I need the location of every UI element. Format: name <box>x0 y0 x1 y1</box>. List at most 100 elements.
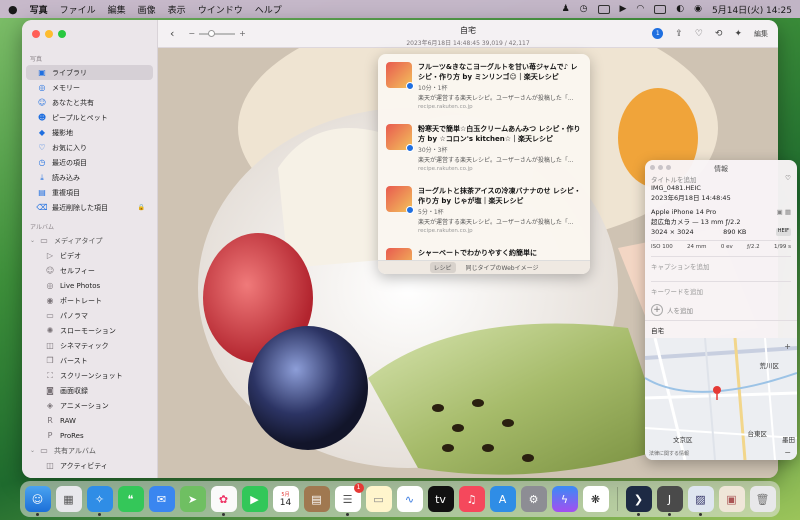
zoom-knob[interactable] <box>208 29 216 37</box>
chevron-down-icon[interactable]: ⌄ <box>30 237 38 244</box>
cursor-icon[interactable]: ❯ <box>625 486 652 516</box>
freeform-icon[interactable]: ∿ <box>396 486 423 512</box>
sidebar-item-shared-with-you[interactable]: ☺ あなたと共有 <box>26 95 153 110</box>
zoom-out-icon[interactable]: − <box>188 29 195 38</box>
menu-app-name[interactable]: 写真 <box>30 3 48 16</box>
map-zoom-out-icon[interactable]: − <box>784 448 791 457</box>
auto-enhance-icon[interactable]: ✦ <box>734 29 742 39</box>
messenger-icon[interactable]: ϟ <box>551 486 578 512</box>
sidebar-item-activity[interactable]: ◫ アクティビティ <box>26 458 153 473</box>
mail-icon[interactable]: ✉ <box>148 486 175 512</box>
lookup-result[interactable]: フルーツ&きなこヨーグルトを甘い苺ジャムで♪ レシピ・作り方 by ミンリンゴ☺… <box>378 54 590 116</box>
sidebar-item-places[interactable]: ◆ 撮影地 <box>26 125 153 140</box>
appletv-icon[interactable]: tv <box>427 486 454 512</box>
lookup-result[interactable]: 粉寒天で簡単☆白玉クリームあんみつ レシピ・作り方 by ☆コロン's kitc… <box>378 116 590 178</box>
notes-icon[interactable]: ▭ <box>365 486 392 512</box>
info-minimize-button[interactable] <box>658 165 663 170</box>
minimize-button[interactable] <box>45 30 53 38</box>
sidebar-item-panorama[interactable]: ▭ パノラマ <box>26 308 153 323</box>
sidebar-item-live-photo[interactable]: ◎ Live Photos <box>26 278 153 293</box>
lookup-tab-similar[interactable]: 同じタイプのWebイメージ <box>466 263 539 272</box>
sidebar-item-screen-record[interactable]: ◙ 画面収録 <box>26 383 153 398</box>
info-zoom-button[interactable] <box>666 165 671 170</box>
close-button[interactable] <box>32 30 40 38</box>
user-icon[interactable]: ♟ <box>562 4 570 14</box>
lookup-tab-recipe[interactable]: レシピ <box>429 262 456 273</box>
heart-icon[interactable]: ♡ <box>695 29 703 39</box>
menu-edit[interactable]: 編集 <box>108 3 126 16</box>
sidebar-item-selfie[interactable]: ☺ セルフィー <box>26 263 153 278</box>
sidebar-item-clock[interactable]: ◷ 最近の項目 <box>26 155 153 170</box>
finder-icon[interactable]: ☺ <box>24 486 51 516</box>
back-chevron-icon[interactable]: ‹ <box>170 27 174 40</box>
photos-folder-icon[interactable]: ▣ <box>718 486 745 512</box>
photos-icon[interactable]: ✿ <box>210 486 237 516</box>
sidebar-item-video[interactable]: ▷ ビデオ <box>26 248 153 263</box>
appstore-icon[interactable]: A <box>489 486 516 512</box>
zoom-button[interactable] <box>58 30 66 38</box>
notes-brown-icon[interactable]: ▤ <box>303 486 330 512</box>
sidebar-item-shared-albums[interactable]: ⌄ ▭ 共有アルバム <box>26 443 153 458</box>
facetime-icon[interactable]: ▶ <box>241 486 268 512</box>
music-icon[interactable]: ♫ <box>458 486 485 512</box>
lookup-result[interactable]: ヨーグルトと抹茶アイスの冷凍バナナのせ レシピ・作り方 by じゃが塩｜楽天レシ… <box>378 178 590 240</box>
chatgpt-icon[interactable]: ❋ <box>582 486 609 512</box>
calendar-icon[interactable]: 5月 14 <box>272 486 299 512</box>
map-zoom-in-icon[interactable]: + <box>784 342 791 351</box>
trash-icon[interactable]: 🗑 <box>749 486 776 512</box>
keyword-field[interactable]: キーワードを追加 <box>651 281 791 300</box>
reminders-icon[interactable]: ☰ 1 <box>334 483 364 516</box>
sidebar-item-memories[interactable]: ◎ メモリー <box>26 80 153 95</box>
add-title-field[interactable]: タイトルを追加 <box>651 174 697 184</box>
messages-icon[interactable]: ❝ <box>117 486 144 512</box>
add-person-button[interactable]: + 人を追加 <box>651 304 791 316</box>
sidebar-item-library[interactable]: ▣ ライブラリ <box>26 65 153 80</box>
visual-lookup-badge[interactable]: 1 <box>652 28 664 39</box>
j-app-icon[interactable]: J <box>656 486 683 516</box>
play-icon[interactable]: ▶ <box>620 4 627 14</box>
settings-icon[interactable]: ⚙ <box>520 486 547 512</box>
sidebar-item-trash[interactable]: ⌫ 最近削除した項目 🔒 <box>26 200 153 215</box>
sidebar-item-cinematic[interactable]: ◫ シネマティック <box>26 338 153 353</box>
zoom-slider[interactable]: − + <box>188 29 245 38</box>
display-icon[interactable] <box>597 4 610 14</box>
wifi-icon[interactable]: ◠ <box>636 4 644 14</box>
sidebar-item-people[interactable]: ☻ ピープルとペット <box>26 110 153 125</box>
rotate-icon[interactable]: ⟲ <box>715 29 723 39</box>
safari-icon[interactable]: ✧ <box>86 486 113 516</box>
zoom-in-icon[interactable]: + <box>239 29 246 38</box>
zoom-track[interactable] <box>199 29 236 37</box>
edit-button[interactable]: 編集 <box>754 29 768 39</box>
sidebar-item-import[interactable]: ⤓ 読み込み <box>26 170 153 185</box>
menu-window[interactable]: ウインドウ <box>198 3 243 16</box>
menu-help[interactable]: ヘルプ <box>255 3 282 16</box>
map-legal-link[interactable]: 法律に関する情報 <box>649 450 689 457</box>
launchpad-icon[interactable]: ▦ <box>55 486 82 512</box>
sidebar-item-portrait[interactable]: ◉ ポートレート <box>26 293 153 308</box>
siri-icon[interactable]: ◉ <box>694 4 702 14</box>
menubar-datetime[interactable]: 5月14日(火) 14:25 <box>712 3 792 16</box>
sidebar-item-raw[interactable]: R RAW <box>26 413 153 428</box>
menu-file[interactable]: ファイル <box>60 3 96 16</box>
share-icon[interactable]: ⇪ <box>675 29 683 39</box>
battery-icon[interactable] <box>654 4 667 14</box>
sidebar-item-heart[interactable]: ♡ お気に入り <box>26 140 153 155</box>
control-center-icon[interactable]: ◐ <box>676 4 684 14</box>
sidebar-item-prores[interactable]: P ProRes <box>26 428 153 443</box>
maps-icon[interactable]: ➤ <box>179 486 206 512</box>
menu-view[interactable]: 表示 <box>168 3 186 16</box>
sidebar-item-animation[interactable]: ◈ アニメーション <box>26 398 153 413</box>
info-close-button[interactable] <box>650 165 655 170</box>
sidebar-item-burst[interactable]: ❒ バースト <box>26 353 153 368</box>
location-map[interactable]: 荒川区 台東区 文京区 墨田 法律に関する情報 + − <box>645 338 797 460</box>
time-machine-icon[interactable]: ◷ <box>580 4 588 14</box>
sidebar-item-slomo[interactable]: ✺ スローモーション <box>26 323 153 338</box>
menu-image[interactable]: 画像 <box>138 3 156 16</box>
caption-field[interactable]: キャプションを追加 <box>651 256 791 275</box>
chevron-down-icon[interactable]: ⌄ <box>30 447 38 454</box>
sidebar-item-duplicates[interactable]: ▤ 重複項目 <box>26 185 153 200</box>
sidebar-item-screenshot[interactable]: ⛶ スクリーンショット <box>26 368 153 383</box>
favorite-heart-icon[interactable]: ♡ <box>785 174 791 184</box>
apple-menu-icon[interactable]: ● <box>8 3 18 16</box>
preview-icon[interactable]: ▨ <box>687 486 714 516</box>
